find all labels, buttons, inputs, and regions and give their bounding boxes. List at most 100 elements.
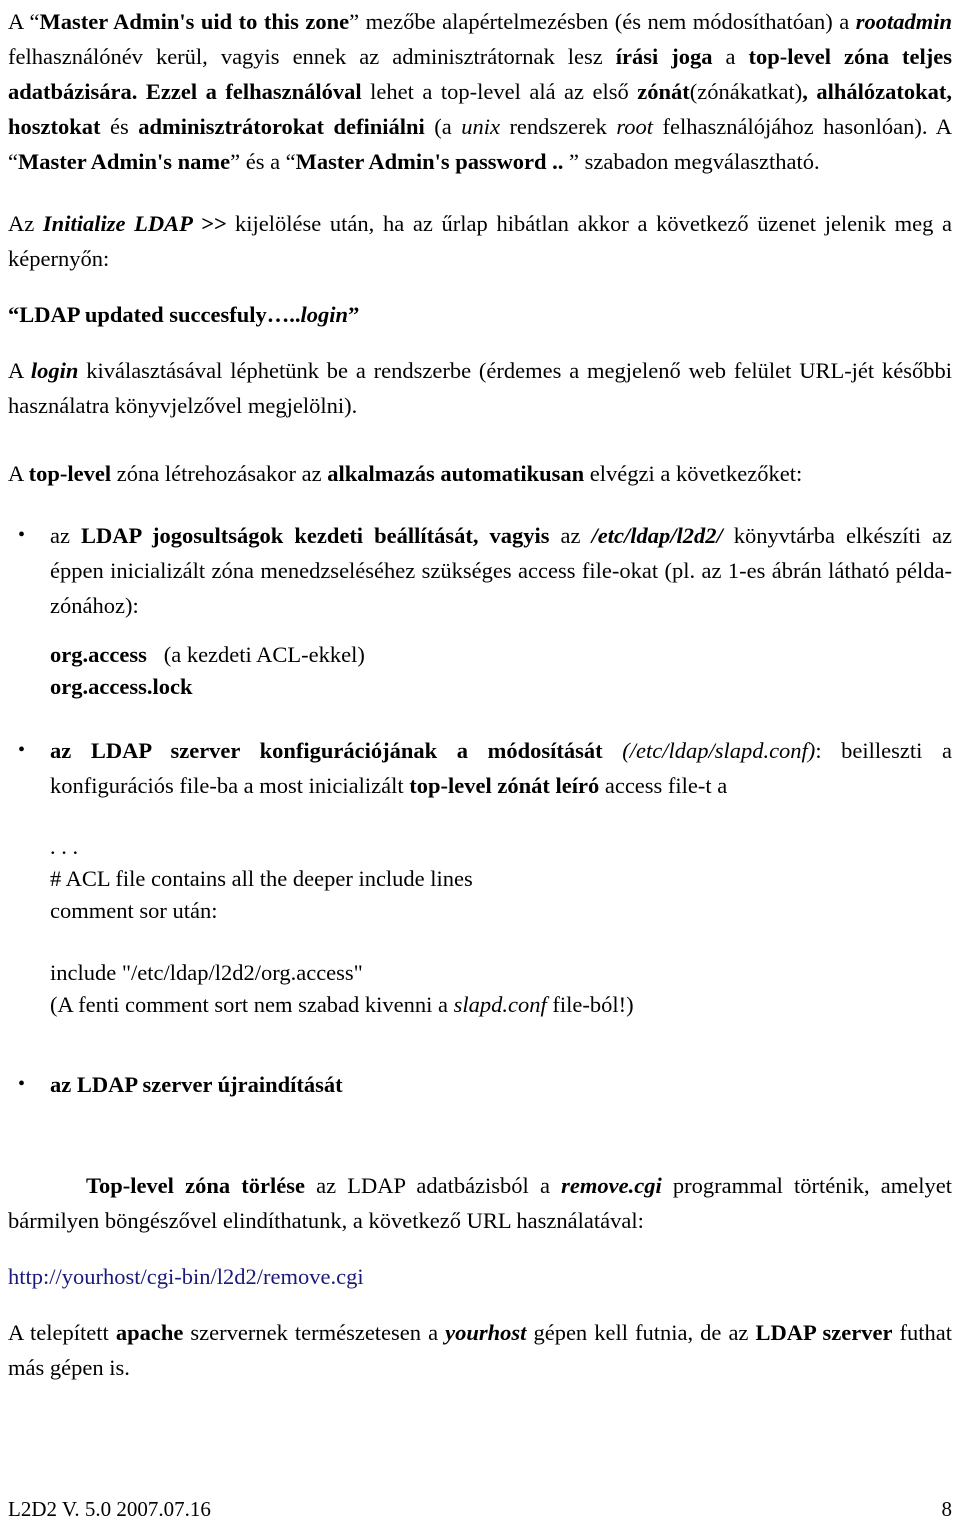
text-run: lehet a top-level alá az első [361,79,638,104]
text-run-bold: adminisztrátorokat definiálni [138,114,425,139]
code-line: org.access.lock [50,671,952,703]
bullet-icon: • [18,1073,26,1095]
text-run-bold: top-level zónát leíró [409,773,600,798]
ldap-updated-message: “LDAP updated succesfuly…..login” [8,297,952,332]
code-block-org-access: org.access (a kezdeti ACL-ekkel) org.acc… [8,639,952,703]
text-run-bold-italic: Initialize LDAP >> [42,211,227,236]
paragraph-master-admin-uid: A “Master Admin's uid to this zone” mező… [8,4,952,179]
list-item: • az LDAP jogosultságok kezdeti beállítás… [8,518,952,623]
text-run-bold: ” [348,302,360,327]
list-item: • az LDAP szerver újraindítását [8,1067,952,1102]
text-run: ” és a “ [230,149,296,174]
text-run-italic-bold: rootadmin [855,9,952,34]
text-run: A [8,358,31,383]
text-run-bold: apache [115,1320,184,1345]
code-line: (A fenti comment sort nem szabad kivenni… [50,989,952,1021]
text-run-bold: az LDAP szerver konfigurációjának a módo… [50,738,603,763]
text-run-bold: LDAP szerver [755,1320,893,1345]
text-run: szervernek természetesen a [183,1320,446,1345]
text-run-italic: slapd.conf [453,992,547,1017]
text-run-bold: Master Admin's name [18,149,231,174]
text-run-italic-bold: login [30,358,79,383]
remove-cgi-url[interactable]: http://yourhost/cgi-bin/l2d2/remove.cgi [8,1259,952,1294]
paragraph-login-belepes: A login kiválasztásával léphetünk be a r… [8,353,952,423]
footer-page-number: 8 [941,1497,953,1521]
code-line: . . . [50,834,79,859]
text-run: felhasználónév kerül, vagyis ennek az ad… [8,44,616,69]
text-run-bold: org.access [50,642,147,667]
text-run-bold: Master Admin's uid to this zone [39,9,350,34]
text-run: az [549,523,592,548]
text-run: A telepített [8,1320,116,1345]
text-run: ” mezőbe alapértelmezésben (és nem módos… [349,9,856,34]
text-run: access file-t a [599,773,728,798]
text-run-bold: Master Admin's password .. [295,149,564,174]
text-run: rendszerek [499,114,617,139]
text-run-bold-italic: login [300,302,349,327]
bullet-icon: • [18,524,26,546]
code-block-slapd-comment: . . . # ACL file contains all the deeper… [8,831,952,927]
text-run: ” szabadon megválasztható. [563,149,820,174]
text-run-bold: írási joga [615,44,713,69]
code-block-include-line: include "/etc/ldap/l2d2/org.access" (A f… [8,957,952,1021]
text-run-bold: top-level [28,461,112,486]
text-run: elvégzi a következőket: [584,461,803,486]
text-run-bold-italic: yourhost [445,1320,527,1345]
text-run: a [712,44,749,69]
text-run: A [8,461,29,486]
text-run: és [100,114,139,139]
text-run [603,738,623,763]
text-run: zóna létrehozásakor az [111,461,328,486]
text-run-bold-italic: remove.cgi [561,1173,662,1198]
text-run: (a [424,114,462,139]
text-run-italic: unix [461,114,500,139]
code-line: org.access (a kezdeti ACL-ekkel) [50,639,952,671]
footer-version-date: L2D2 V. 5.0 2007.07.16 [8,1497,211,1521]
text-run-bold: LDAP jogosultságok kezdeti beállítását, … [81,523,550,548]
text-run-bold: alkalmazás automatikusan [327,461,585,486]
paragraph-apache-yourhost: A telepített apache szervernek természet… [8,1315,952,1385]
text-run-italic: (/etc/ldap/slapd.conf) [622,738,816,763]
text-run: az LDAP adatbázisból a [304,1173,562,1198]
text-run: file-ból!) [546,992,634,1017]
list-item: • az LDAP szerver konfigurációjának a mód… [8,733,952,803]
paragraph-zona-torlese: Top-level zóna törlése az LDAP adatbázis… [8,1168,952,1238]
text-run-bold: az LDAP szerver újraindítását [50,1072,343,1097]
text-run-bold-italic: /etc/ldap/l2d2/ [591,523,723,548]
code-line: # ACL file contains all the deeper inclu… [50,866,473,891]
text-run: (zónákatkat) [689,79,803,104]
text-run: (a kezdeti ACL-ekkel) [146,642,365,667]
text-run: (A fenti comment sort nem szabad kivenni… [50,992,454,1017]
paragraph-top-level-letrehozas: A top-level zóna létrehozásakor az alkal… [8,456,952,491]
text-run-bold: zónát [637,79,690,104]
text-run-italic: root [616,114,654,139]
text-run: az [50,523,81,548]
code-line: comment sor után: [50,898,218,923]
page-footer: L2D2 V. 5.0 2007.07.16 8 [8,1496,952,1522]
bullet-icon: • [18,739,26,761]
text-run-bold: “LDAP updated succesfuly….. [8,302,301,327]
paragraph-initialize-ldap: Az Initialize LDAP >> kijelölése után, h… [8,206,952,276]
document-page: A “Master Admin's uid to this zone” mező… [0,0,960,1536]
text-run: Az [8,211,43,236]
text-run: A “ [8,9,40,34]
code-line: include "/etc/ldap/l2d2/org.access" [50,960,363,985]
text-run: kiválasztásával léphetünk be a rendszerb… [8,358,952,418]
text-run: gépen kell futnia, de az [526,1320,756,1345]
text-run-bold: Top-level zóna törlése [86,1173,305,1198]
text-run-bold: org.access.lock [50,674,193,699]
